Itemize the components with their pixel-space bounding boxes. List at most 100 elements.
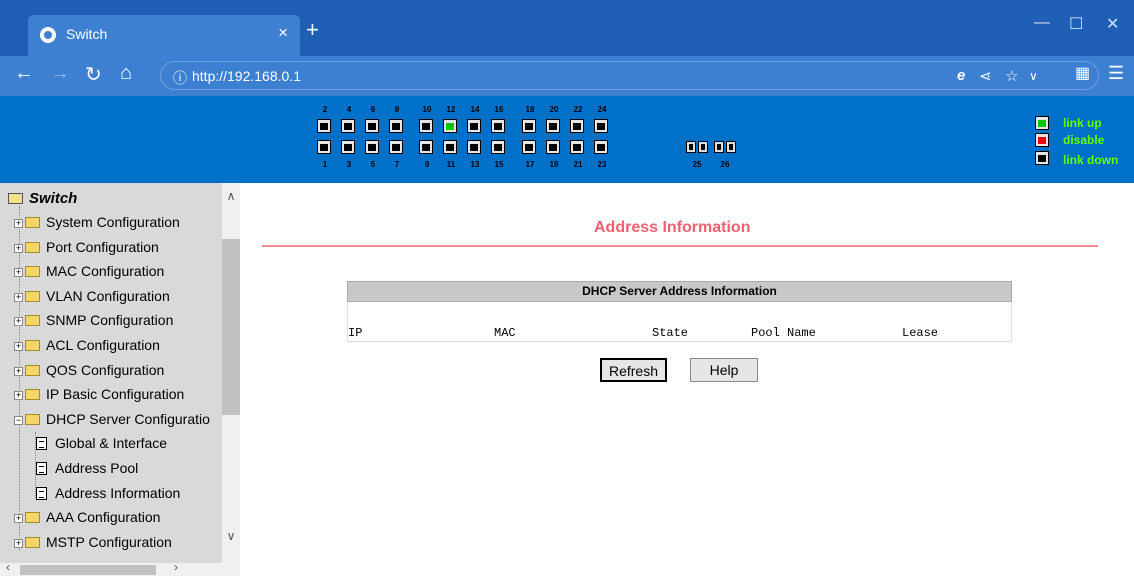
- scroll-right-icon[interactable]: ›: [174, 560, 178, 574]
- scrollbar-thumb[interactable]: [222, 239, 240, 415]
- collapse-icon[interactable]: −: [14, 415, 23, 425]
- port-17-icon[interactable]: [522, 140, 536, 154]
- folder-icon: [25, 290, 40, 302]
- port-number-label: 5: [370, 160, 376, 169]
- port-4-icon[interactable]: [341, 119, 355, 133]
- back-icon[interactable]: ←: [14, 62, 34, 85]
- expand-icon[interactable]: +: [14, 317, 23, 327]
- browser-address-bar: ← → ↻ ⌂ ⓘ http://192.168.0.1 e ⋖ ☆ ∨ ☰ ▦: [0, 56, 1134, 96]
- expand-icon[interactable]: +: [14, 538, 23, 548]
- sfp-port-26-icon[interactable]: [726, 141, 736, 153]
- forward-icon[interactable]: →: [50, 62, 70, 85]
- sidebar-item-address-pool[interactable]: Address Pool: [36, 460, 138, 484]
- share-icon[interactable]: ⋖: [979, 67, 992, 85]
- folder-icon: [25, 389, 40, 401]
- refresh-button[interactable]: Refresh: [600, 358, 667, 382]
- port-18-icon[interactable]: [522, 119, 536, 133]
- expand-icon[interactable]: +: [14, 219, 23, 228]
- port-23-icon[interactable]: [594, 140, 608, 154]
- column-header-pool-name: Pool Name: [751, 326, 816, 340]
- expand-icon[interactable]: +: [14, 514, 23, 524]
- sidebar-item-acl-configuration[interactable]: + ACL Configuration: [14, 337, 160, 361]
- reload-icon[interactable]: ↻: [85, 62, 102, 87]
- sidebar-item-dhcp-server-configuratio[interactable]: − DHCP Server Configuratio: [14, 411, 210, 435]
- sidebar-item-label: VLAN Configuration: [46, 287, 170, 304]
- port-24-icon[interactable]: [594, 119, 608, 133]
- folder-icon: [25, 340, 40, 351]
- port-19-icon[interactable]: [546, 140, 560, 154]
- legend-disable: disable: [1063, 133, 1105, 147]
- port-20-icon[interactable]: [546, 119, 560, 133]
- port-15-icon[interactable]: [491, 140, 505, 154]
- folder-icon: [25, 217, 40, 228]
- port-1-icon[interactable]: [317, 140, 331, 154]
- maximize-icon[interactable]: ☐: [1069, 14, 1083, 34]
- port-13-icon[interactable]: [467, 140, 481, 154]
- sfp-port-25-icon[interactable]: [698, 141, 708, 153]
- ie-mode-icon[interactable]: e: [957, 67, 965, 84]
- port-3-icon[interactable]: [341, 140, 355, 154]
- port-number-label: 12: [446, 105, 456, 114]
- port-6-icon[interactable]: [365, 119, 379, 133]
- expand-icon[interactable]: +: [14, 391, 23, 401]
- sidebar-item-mstp-configuration[interactable]: + MSTP Configuration: [14, 534, 172, 558]
- sidebar-item-ip-basic-configuration[interactable]: + IP Basic Configuration: [14, 386, 184, 410]
- url-input[interactable]: ⓘ http://192.168.0.1 e ⋖ ☆ ∨: [160, 61, 1099, 90]
- port-14-icon[interactable]: [467, 119, 481, 133]
- info-icon[interactable]: ⓘ: [173, 68, 187, 88]
- new-tab-button[interactable]: +: [306, 19, 319, 41]
- port-10-icon[interactable]: [419, 119, 433, 133]
- scroll-left-icon[interactable]: ‹: [6, 560, 10, 574]
- sidebar-item-aaa-configuration[interactable]: + AAA Configuration: [14, 509, 160, 533]
- sidebar-horizontal-scrollbar[interactable]: ‹ ›: [0, 560, 240, 576]
- expand-icon[interactable]: +: [14, 342, 23, 351]
- link-up-legend-icon: [1035, 116, 1049, 130]
- port-7-icon[interactable]: [389, 140, 403, 154]
- menu-icon[interactable]: ☰: [1108, 63, 1124, 84]
- port-number-label: 8: [394, 105, 400, 114]
- port-16-icon[interactable]: [491, 119, 505, 133]
- tree-root[interactable]: Switch: [8, 190, 77, 207]
- sidebar-item-address-information[interactable]: Address Information: [36, 485, 180, 509]
- sidebar-item-vlan-configuration[interactable]: + VLAN Configuration: [14, 288, 170, 312]
- scroll-down-icon[interactable]: ∨: [222, 529, 240, 543]
- column-header-mac: MAC: [494, 326, 516, 340]
- port-number-label: 9: [424, 160, 430, 169]
- sidebar-item-mac-configuration[interactable]: + MAC Configuration: [14, 263, 164, 287]
- port-11-icon[interactable]: [443, 140, 457, 154]
- sidebar-item-snmp-configuration[interactable]: + SNMP Configuration: [14, 312, 173, 336]
- folder-icon: [25, 512, 40, 524]
- apps-icon[interactable]: ▦: [1075, 63, 1090, 83]
- scroll-up-icon[interactable]: ∧: [222, 189, 240, 203]
- port-2-icon[interactable]: [317, 119, 331, 133]
- sfp-port-25-icon[interactable]: [686, 141, 696, 153]
- expand-icon[interactable]: +: [14, 366, 23, 376]
- port-5-icon[interactable]: [365, 140, 379, 154]
- port-22-icon[interactable]: [570, 119, 584, 133]
- sidebar-item-global-interface[interactable]: Global & Interface: [36, 435, 167, 459]
- sidebar-item-system-configuration[interactable]: + System Configuration: [14, 214, 180, 238]
- expand-icon[interactable]: +: [14, 243, 23, 253]
- sidebar-scrollbar[interactable]: ∧ ∨: [222, 183, 240, 563]
- home-icon[interactable]: ⌂: [120, 62, 132, 85]
- horizontal-scrollbar-thumb[interactable]: [20, 565, 156, 575]
- help-button[interactable]: Help: [690, 358, 758, 382]
- tab-close-button[interactable]: ×: [278, 23, 288, 43]
- sidebar-item-port-configuration[interactable]: + Port Configuration: [14, 239, 159, 263]
- sidebar-item-qos-configuration[interactable]: + QOS Configuration: [14, 362, 164, 386]
- close-window-icon[interactable]: ✕: [1106, 14, 1119, 34]
- sfp-port-26-icon[interactable]: [714, 141, 724, 153]
- star-icon[interactable]: ☆: [1005, 67, 1018, 85]
- page-title: Address Information: [594, 219, 751, 236]
- port-number-label: 14: [470, 105, 480, 114]
- chevron-down-icon[interactable]: ∨: [1029, 69, 1038, 83]
- port-8-icon[interactable]: [389, 119, 403, 133]
- browser-tab[interactable]: Switch ×: [28, 15, 300, 56]
- port-12-icon[interactable]: [443, 119, 457, 133]
- port-9-icon[interactable]: [419, 140, 433, 154]
- expand-icon[interactable]: +: [14, 292, 23, 302]
- minimize-icon[interactable]: —: [1034, 14, 1050, 32]
- port-number-label: 13: [470, 160, 480, 169]
- expand-icon[interactable]: +: [14, 268, 23, 278]
- port-21-icon[interactable]: [570, 140, 584, 154]
